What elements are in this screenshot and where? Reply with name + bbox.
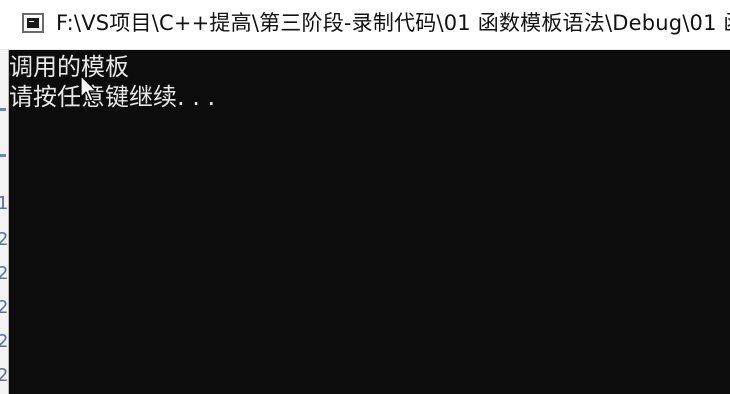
console-window: F:\VS项目\C++提高\第三阶段-录制代码\01 函数模板语法\Debug\… xyxy=(0,0,730,394)
line-number-fragment: 2 xyxy=(0,332,8,352)
mouse-cursor-icon xyxy=(80,75,97,102)
background-window-edge[interactable]: 1 2 2 2 2 2 xyxy=(0,50,9,394)
line-number-fragment: 2 xyxy=(0,264,8,284)
line-number-fragment: 1 xyxy=(0,194,8,214)
console-output[interactable]: 调用的模板 请按任意键继续. . . xyxy=(9,51,730,394)
line-number-fragment: 2 xyxy=(0,230,8,250)
gutter-marker xyxy=(0,154,6,157)
console-output-line: 调用的模板 xyxy=(9,53,129,81)
gutter-marker xyxy=(0,108,6,111)
console-window-icon[interactable] xyxy=(22,13,44,33)
line-number-fragment: 2 xyxy=(0,298,8,318)
line-number-fragment: 2 xyxy=(0,366,8,386)
console-output-line: 请按任意键继续. . . xyxy=(9,83,216,111)
title-bar[interactable]: F:\VS项目\C++提高\第三阶段-录制代码\01 函数模板语法\Debug\… xyxy=(0,0,730,50)
window-title: F:\VS项目\C++提高\第三阶段-录制代码\01 函数模板语法\Debug\… xyxy=(56,11,730,35)
